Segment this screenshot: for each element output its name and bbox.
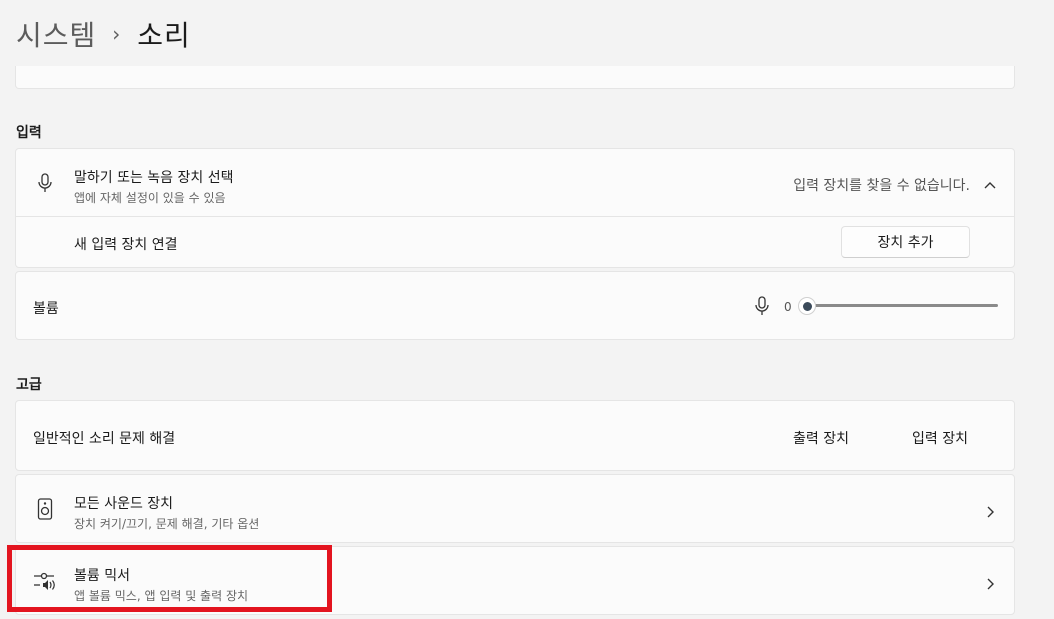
speaker-icon [33,497,57,521]
input-device-select-subtitle: 앱에 자체 설정이 있을 수 있음 [74,191,226,205]
microphone-icon [33,171,57,195]
troubleshoot-input-device-button[interactable]: 입력 장치 [912,428,968,448]
breadcrumb-current-page: 소리 [137,19,191,52]
troubleshoot-card: 일반적인 소리 문제 해결 출력 장치 입력 장치 [15,400,1015,471]
input-device-select-row[interactable]: 말하기 또는 녹음 장치 선택 앱에 자체 설정이 있을 수 있음 입력 장치를… [16,149,1014,216]
input-volume-label: 볼륨 [33,301,59,317]
breadcrumb-system[interactable]: 시스템 [16,14,96,54]
troubleshoot-label: 일반적인 소리 문제 해결 [33,431,176,447]
chevron-up-icon[interactable] [984,177,996,189]
input-device-card: 말하기 또는 녹음 장치 선택 앱에 자체 설정이 있을 수 있음 입력 장치를… [15,148,1015,268]
new-input-device-row: 새 입력 장치 연결 장치 추가 [16,217,1014,269]
highlight-annotation-box [7,545,332,612]
input-volume-value: 0 [784,300,792,314]
microphone-icon[interactable] [754,296,770,320]
input-volume-slider-track[interactable] [806,304,998,307]
input-volume-slider-thumb[interactable] [798,297,816,315]
input-volume-card: 볼륨 0 [15,271,1015,340]
all-sound-devices-row[interactable]: 모든 사운드 장치 장치 켜기/끄기, 문제 해결, 기타 옵션 [15,474,1015,543]
troubleshoot-output-device-button[interactable]: 출력 장치 [793,428,849,448]
breadcrumb: 시스템 › 소리 [16,12,191,56]
new-input-device-label: 새 입력 장치 연결 [74,237,178,253]
chevron-right-icon [984,575,996,590]
advanced-section-title: 고급 [16,377,42,393]
input-device-select-title: 말하기 또는 녹음 장치 선택 [74,170,234,186]
add-device-button[interactable]: 장치 추가 [841,226,970,258]
input-device-status: 입력 장치를 찾을 수 없습니다. [793,178,970,194]
breadcrumb-separator: › [112,22,122,46]
all-sound-devices-subtitle: 장치 켜기/끄기, 문제 해결, 기타 옵션 [74,517,260,531]
input-section-title: 입력 [16,125,42,141]
all-sound-devices-title: 모든 사운드 장치 [74,496,174,512]
chevron-right-icon [984,503,996,518]
